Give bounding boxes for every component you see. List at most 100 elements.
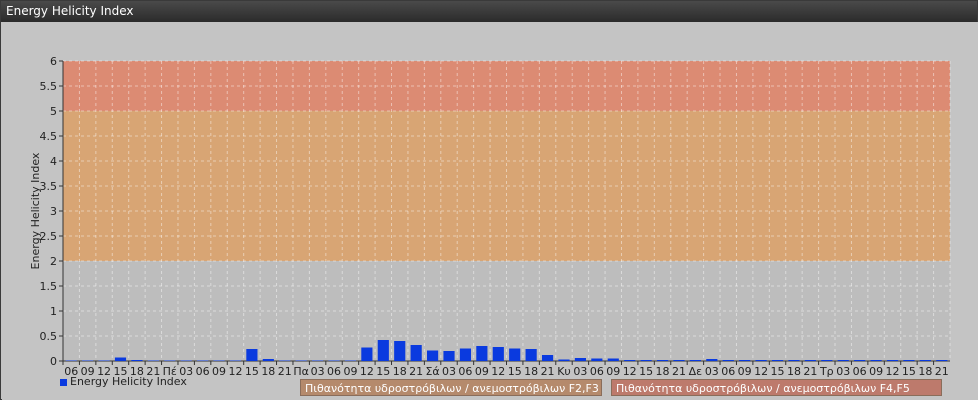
x-tick-label-16: 06 — [327, 365, 341, 378]
bar-0 — [65, 360, 77, 361]
y-tick-label-7: 3.5 — [40, 180, 58, 193]
x-tick-label-41: 09 — [738, 365, 752, 378]
y-tick-label-1: 0.5 — [40, 330, 58, 343]
x-tick-label-21: 21 — [409, 365, 423, 378]
x-tick-label-43: 15 — [771, 365, 785, 378]
bar-24 — [459, 348, 472, 361]
x-tick-label-39: 03 — [705, 365, 719, 378]
y-tick-label-6: 3 — [50, 205, 57, 218]
bar-46 — [821, 360, 833, 361]
bar-14 — [295, 360, 307, 361]
bar-2 — [98, 360, 110, 361]
bar-11 — [246, 349, 258, 361]
bar-12 — [262, 359, 274, 361]
x-tick-label-35: 15 — [639, 365, 653, 378]
y-tick-label-0: 0 — [50, 355, 57, 368]
bar-53 — [936, 360, 948, 361]
x-tick-label-26: 12 — [491, 365, 505, 378]
x-tick-label-13: 21 — [278, 365, 292, 378]
bar-43 — [771, 360, 784, 361]
chart-window: Energy Helicity Index 0 0.5 1 1.5 2 2.5 3 3.5 4 4… — [0, 0, 978, 400]
bar-49 — [870, 360, 882, 361]
bar-34 — [624, 360, 636, 361]
x-tick-label-10: 12 — [228, 365, 242, 378]
bar-8 — [197, 360, 209, 361]
bar-7 — [180, 360, 192, 361]
legend-series-swatch — [60, 378, 67, 386]
y-tick-label-10: 5 — [50, 105, 57, 118]
y-tick-label-11: 5.5 — [40, 80, 58, 93]
x-tick-label-51: 15 — [902, 365, 916, 378]
y-axis-label: Energy Helicity Index — [29, 152, 42, 269]
bar-10 — [229, 360, 242, 361]
bar-26 — [492, 347, 504, 361]
legend-series-label: Energy Helicity Index — [70, 375, 187, 388]
bar-52 — [919, 360, 931, 361]
bar-32 — [591, 358, 603, 361]
bar-39 — [706, 359, 718, 361]
bar-50 — [886, 360, 899, 361]
x-tick-label-44: 18 — [787, 365, 801, 378]
bar-36 — [656, 360, 669, 361]
x-tick-label-12: 18 — [261, 365, 275, 378]
bar-19 — [377, 340, 389, 361]
x-tick-label-25: 09 — [475, 365, 489, 378]
x-tick-label-45: 21 — [803, 365, 817, 378]
x-tick-label-17: 09 — [343, 365, 357, 378]
bar-28 — [525, 349, 537, 361]
bar-51 — [903, 360, 915, 361]
x-tick-label-15: 03 — [311, 365, 325, 378]
bar-6 — [164, 360, 176, 361]
y-tick-label-8: 4 — [50, 155, 57, 168]
y-tick-label-4: 2 — [50, 255, 57, 268]
y-tick-label-3: 1.5 — [40, 280, 58, 293]
x-tick-label-31: 03 — [573, 365, 587, 378]
x-tick-label-14: Πα — [293, 365, 309, 378]
bar-42 — [755, 360, 767, 361]
legend-band-f2f3[interactable]: Πιθανότητα υδροστρόβιλων / ανεμοστρόβιλω… — [300, 379, 602, 396]
bar-37 — [673, 360, 685, 361]
bar-21 — [410, 345, 422, 361]
bar-17 — [344, 360, 357, 361]
y-tick-label-12: 6 — [50, 55, 57, 68]
x-tick-label-24: 06 — [458, 365, 472, 378]
bar-40 — [722, 360, 734, 361]
bar-1 — [82, 360, 94, 361]
x-tick-label-33: 09 — [606, 365, 620, 378]
bar-44 — [788, 360, 800, 361]
x-tick-label-20: 18 — [393, 365, 407, 378]
legend-series-item[interactable]: Energy Helicity Index — [60, 375, 187, 388]
bar-23 — [443, 351, 455, 361]
bar-18 — [361, 347, 373, 361]
x-tick-label-42: 12 — [754, 365, 768, 378]
x-tick-label-32: 06 — [590, 365, 604, 378]
x-tick-label-28: 18 — [524, 365, 538, 378]
x-tick-label-50: 12 — [886, 365, 900, 378]
bar-20 — [394, 341, 406, 361]
bar-16 — [328, 360, 340, 361]
bar-41 — [739, 360, 751, 361]
x-tick-label-30: Κυ — [557, 365, 571, 378]
chart-svg: 0 0.5 1 1.5 2 2.5 3 3.5 4 4.5 5 5.5 6 Energy Helicity… — [29, 55, 951, 378]
y-tick-label-9: 4.5 — [40, 130, 58, 143]
x-tick-label-49: 09 — [869, 365, 883, 378]
legend-band-f4f5[interactable]: Πιθανότητα υδροστρόβιλων / ανεμοστρόβιλω… — [611, 379, 942, 396]
bar-4 — [131, 360, 143, 361]
bar-15 — [312, 360, 324, 361]
bar-5 — [147, 360, 159, 361]
y-tick-label-5: 2.5 — [40, 230, 58, 243]
x-tick-label-40: 06 — [721, 365, 735, 378]
bar-9 — [213, 360, 225, 361]
bar-25 — [476, 346, 488, 361]
x-tick-label-38: Δε — [689, 365, 703, 378]
window-title: Energy Helicity Index — [1, 1, 977, 22]
bar-29 — [541, 355, 554, 361]
x-tick-label-46: Τρ — [819, 365, 834, 378]
x-tick-label-9: 09 — [212, 365, 226, 378]
bar-35 — [640, 360, 652, 361]
bar-33 — [607, 358, 619, 361]
x-tick-label-47: 03 — [836, 365, 850, 378]
x-tick-label-23: 03 — [442, 365, 456, 378]
bar-22 — [426, 350, 439, 361]
x-tick-label-18: 12 — [360, 365, 374, 378]
